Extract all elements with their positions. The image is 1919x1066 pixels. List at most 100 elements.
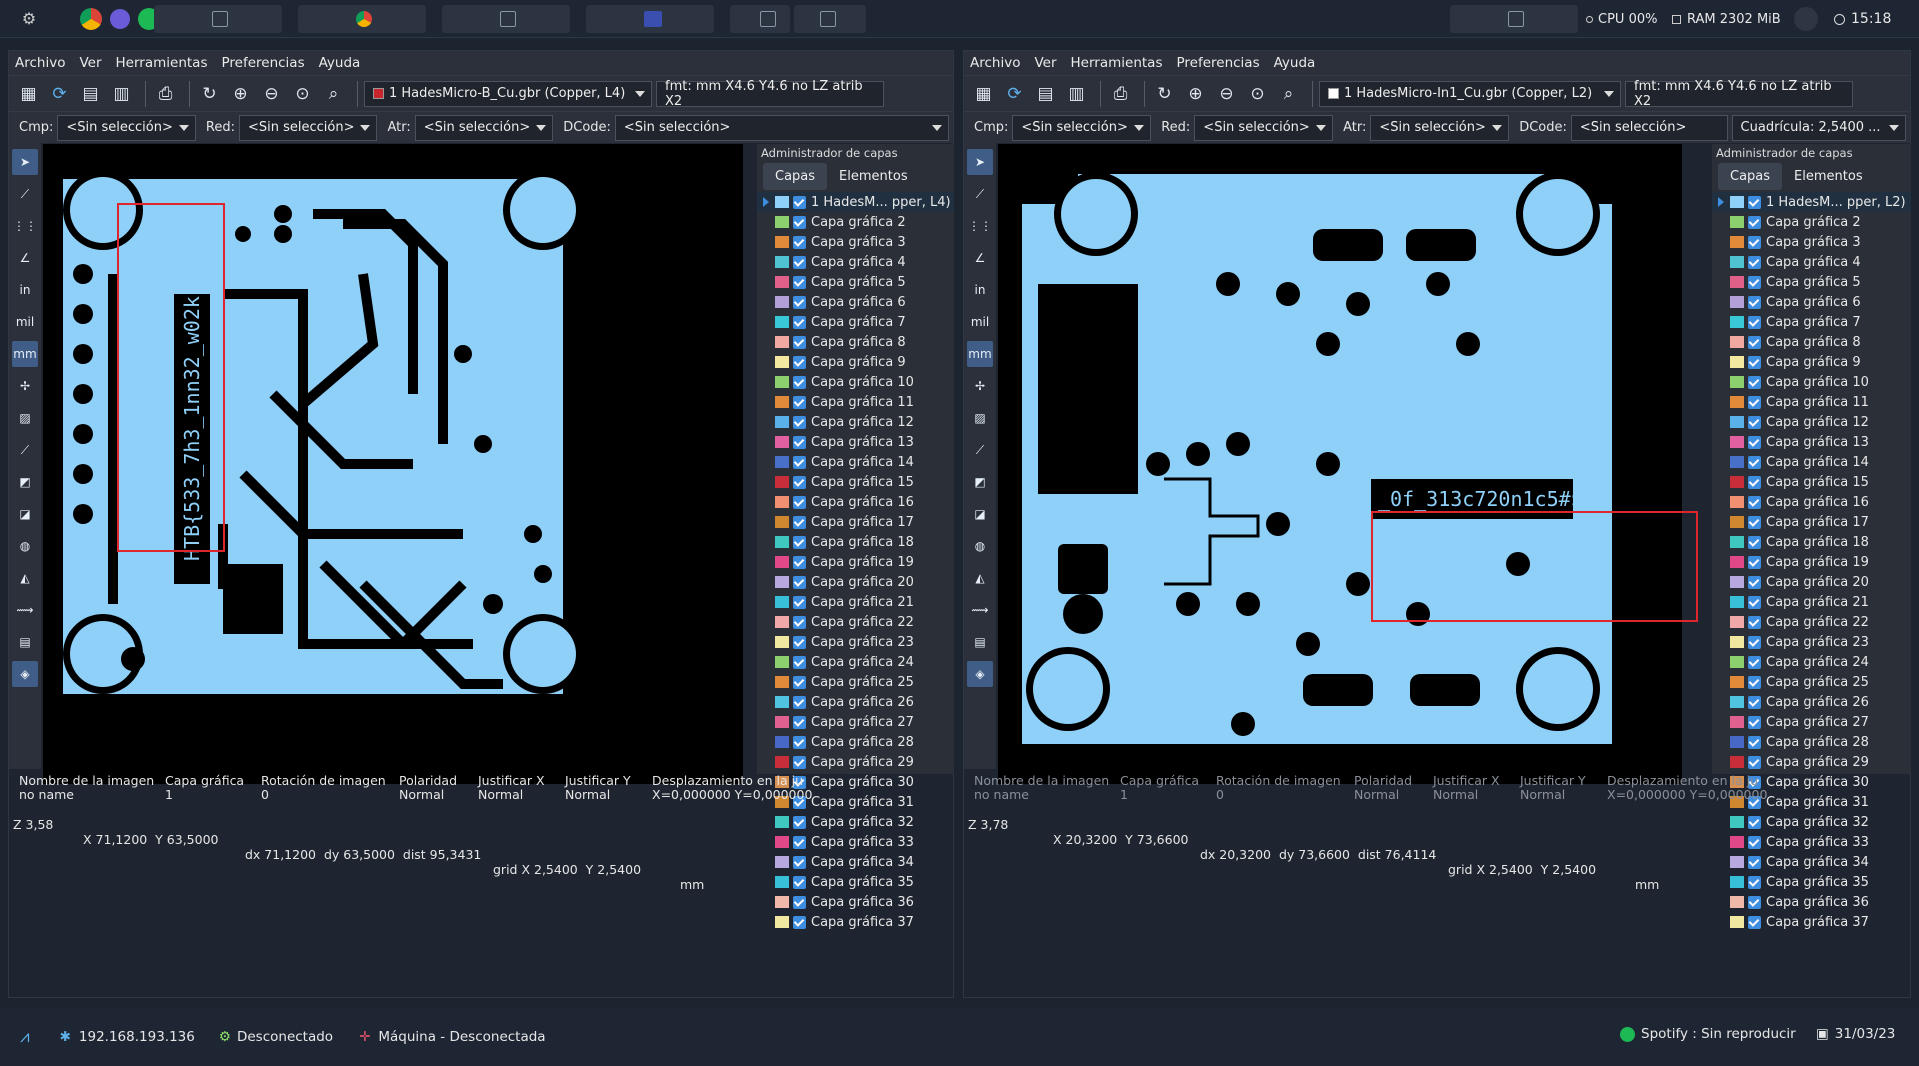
- layer-checkbox[interactable]: [1748, 235, 1761, 249]
- atr-select[interactable]: <Sin selección>: [414, 114, 554, 141]
- layer-checkbox[interactable]: [1748, 695, 1761, 709]
- layer-checkbox[interactable]: [793, 915, 806, 929]
- layer-checkbox[interactable]: [1748, 715, 1761, 729]
- zoom-selection-button[interactable]: ⌕: [1275, 80, 1302, 107]
- layer-checkbox[interactable]: [1748, 915, 1761, 929]
- layer-row[interactable]: Capa gráfica 3: [1712, 232, 1911, 252]
- layer-checkbox[interactable]: [1748, 395, 1761, 409]
- layer-checkbox[interactable]: [1748, 275, 1761, 289]
- print-button[interactable]: ⎙: [1107, 80, 1134, 107]
- layer-row[interactable]: Capa gráfica 27: [1712, 712, 1911, 732]
- layer-row[interactable]: Capa gráfica 2: [757, 212, 954, 232]
- layer-checkbox[interactable]: [793, 515, 806, 529]
- polar-coords-icon[interactable]: ∠: [967, 245, 993, 271]
- layer-checkbox[interactable]: [793, 615, 806, 629]
- layer-row[interactable]: Capa gráfica 16: [757, 492, 954, 512]
- layer-row[interactable]: Capa gráfica 21: [1712, 592, 1911, 612]
- zoom-out-button[interactable]: ⊖: [1213, 80, 1240, 107]
- layer-row[interactable]: Capa gráfica 29: [757, 752, 954, 772]
- tab-elementos[interactable]: Elementos: [827, 163, 920, 190]
- gerber-canvas[interactable]: _0f_313c720n1c5#$@}: [998, 144, 1682, 784]
- layer-select[interactable]: 1 HadesMicro-In1_Cu.gbr (Copper, L2): [1319, 80, 1621, 107]
- menu-herramientas[interactable]: Herramientas: [1071, 55, 1163, 71]
- layer-row[interactable]: Capa gráfica 4: [1712, 252, 1911, 272]
- layer-row[interactable]: Capa gráfica 22: [1712, 612, 1911, 632]
- layer-row[interactable]: Capa gráfica 36: [1712, 892, 1911, 912]
- layer-manager-icon[interactable]: ▤: [12, 629, 38, 655]
- layer-checkbox[interactable]: [1748, 855, 1761, 869]
- dcode-display-icon[interactable]: ◍: [12, 533, 38, 559]
- layer-checkbox[interactable]: [793, 875, 806, 889]
- layer-row[interactable]: Capa gráfica 5: [1712, 272, 1911, 292]
- clear-all-button[interactable]: ▦: [15, 80, 42, 107]
- measure-icon[interactable]: ⟋: [967, 181, 993, 207]
- layer-checkbox[interactable]: [793, 595, 806, 609]
- cmp-select[interactable]: <Sin selección>: [57, 114, 196, 141]
- menu-ver[interactable]: Ver: [79, 55, 101, 71]
- burp-icon[interactable]: [110, 8, 130, 29]
- red-select[interactable]: <Sin selección>: [238, 114, 378, 141]
- layer-row[interactable]: Capa gráfica 9: [1712, 352, 1911, 372]
- zoom-in-button[interactable]: ⊕: [1182, 80, 1209, 107]
- layer-row[interactable]: Capa gráfica 37: [1712, 912, 1911, 932]
- layer-row[interactable]: Capa gráfica 13: [1712, 432, 1911, 452]
- layer-checkbox[interactable]: [1748, 215, 1761, 229]
- zoom-out-button[interactable]: ⊖: [258, 80, 285, 107]
- layer-checkbox[interactable]: [1748, 495, 1761, 509]
- power-button[interactable]: [1794, 0, 1818, 38]
- grid-toggle-icon[interactable]: ⋮⋮: [12, 213, 38, 239]
- menu-ver[interactable]: Ver: [1034, 55, 1056, 71]
- chrome-icon[interactable]: [80, 7, 102, 30]
- red-select[interactable]: <Sin selección>: [1194, 114, 1334, 141]
- layer-row[interactable]: Capa gráfica 7: [1712, 312, 1911, 332]
- layer-row[interactable]: Capa gráfica 11: [757, 392, 954, 412]
- erase-layer-button[interactable]: ▥: [1063, 80, 1090, 107]
- tab-capas[interactable]: Capas: [763, 162, 828, 190]
- zoom-selection-button[interactable]: ⌕: [320, 80, 347, 107]
- layer-checkbox[interactable]: [1748, 615, 1761, 629]
- mm-units-icon[interactable]: mm: [967, 341, 993, 367]
- taskbar-window-4[interactable]: [586, 5, 714, 33]
- layer-checkbox[interactable]: [793, 835, 806, 849]
- layer-row[interactable]: Capa gráfica 35: [757, 872, 954, 892]
- layer-checkbox[interactable]: [1748, 675, 1761, 689]
- layer-row[interactable]: Capa gráfica 5: [757, 272, 954, 292]
- atr-select[interactable]: <Sin selección>: [1370, 114, 1510, 141]
- cmp-select[interactable]: <Sin selección>: [1012, 114, 1152, 141]
- layer-row[interactable]: Capa gráfica 19: [757, 552, 954, 572]
- menu-archivo[interactable]: Archivo: [15, 55, 65, 71]
- inch-units-icon[interactable]: in: [12, 277, 38, 303]
- taskbar-window-3[interactable]: [442, 5, 570, 33]
- layer-checkbox[interactable]: [1748, 535, 1761, 549]
- layer-row[interactable]: Capa gráfica 19: [1712, 552, 1911, 572]
- zoom-fit-button[interactable]: ⊙: [289, 80, 316, 107]
- select-arrow-icon[interactable]: ➤: [12, 149, 38, 175]
- redraw-button[interactable]: ↻: [196, 80, 223, 107]
- mil-units-icon[interactable]: mil: [967, 309, 993, 335]
- layer-checkbox[interactable]: [793, 755, 806, 769]
- layer-row[interactable]: Capa gráfica 17: [757, 512, 954, 532]
- layer-checkbox[interactable]: [1748, 595, 1761, 609]
- layer-checkbox[interactable]: [1748, 475, 1761, 489]
- layer-checkbox[interactable]: [1748, 555, 1761, 569]
- layer-checkbox[interactable]: [1748, 335, 1761, 349]
- zoom-fit-button[interactable]: ⊙: [1244, 80, 1271, 107]
- layer-row[interactable]: Capa gráfica 34: [757, 852, 954, 872]
- layer-checkbox[interactable]: [793, 855, 806, 869]
- layer-checkbox[interactable]: [1748, 195, 1761, 209]
- layer-checkbox[interactable]: [793, 495, 806, 509]
- layer-checkbox[interactable]: [793, 455, 806, 469]
- layer-checkbox[interactable]: [793, 575, 806, 589]
- layer-checkbox[interactable]: [793, 475, 806, 489]
- erase-layer-button[interactable]: ▥: [108, 80, 135, 107]
- select-arrow-icon[interactable]: ➤: [967, 149, 993, 175]
- layer-diff-icon[interactable]: ◭: [12, 565, 38, 591]
- layer-row[interactable]: Capa gráfica 10: [1712, 372, 1911, 392]
- layer-row[interactable]: Capa gráfica 33: [757, 832, 954, 852]
- layer-checkbox[interactable]: [1748, 895, 1761, 909]
- layer-checkbox[interactable]: [1748, 575, 1761, 589]
- layer-checkbox[interactable]: [1748, 415, 1761, 429]
- load-gerber-button[interactable]: ▤: [77, 80, 104, 107]
- xor-mode-icon[interactable]: ⟿: [12, 597, 38, 623]
- layer-row-active[interactable]: 1 HadesM... pper, L4): [757, 192, 954, 212]
